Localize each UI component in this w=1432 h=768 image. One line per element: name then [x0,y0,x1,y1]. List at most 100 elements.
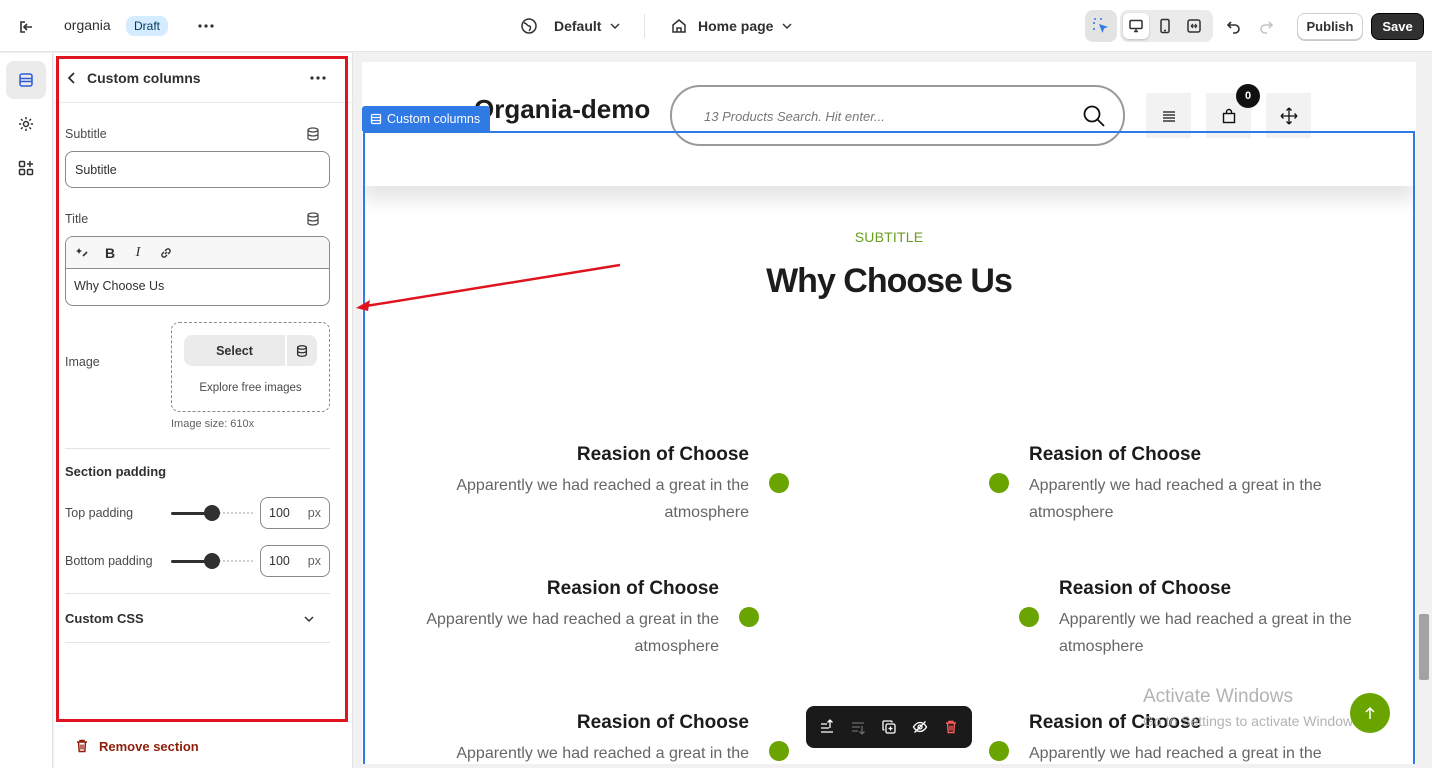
explore-free-images-link[interactable]: Explore free images [172,382,329,394]
exit-icon[interactable] [16,16,38,38]
top-padding-input[interactable]: 100 px [260,497,330,529]
feature-text: Apparently we had reached a great in the… [1029,477,1322,521]
store-name: organia [64,17,111,33]
feature-item: Reasion of Choose Apparently we had reac… [389,444,749,526]
scrollbar-thumb[interactable] [1419,614,1429,680]
search-placeholder: 13 Products Search. Hit enter... [704,109,885,124]
link-icon[interactable] [158,245,174,261]
unit-label: px [307,554,321,568]
apps-icon[interactable] [6,149,46,187]
delete-trash-icon[interactable] [940,716,962,738]
feature-dot [1019,607,1039,627]
slider-thumb[interactable] [204,553,220,569]
feature-dot [739,607,759,627]
divider [644,14,645,38]
save-button[interactable]: Save [1371,13,1424,40]
page-selector-label: Home page [698,18,774,34]
site-search-bar[interactable]: 13 Products Search. Hit enter... [670,85,1125,146]
redo-icon[interactable] [1256,16,1276,36]
selected-section-tag[interactable]: Custom columns [362,106,491,131]
feature-item: Reasion of Choose Apparently we had reac… [362,578,719,660]
slider-thumb[interactable] [204,505,220,521]
top-padding-slider[interactable] [171,504,253,522]
site-logo[interactable]: Organia-demo [474,94,650,125]
title-rich-text-editor: B I Why Choose Us [65,236,330,306]
feature-dot [769,473,789,493]
mobile-view-icon[interactable] [1152,13,1178,39]
full-width-icon[interactable] [1181,13,1207,39]
title-field[interactable]: Why Choose Us [66,269,329,303]
windows-activation-watermark: Activate Windows Go to Settings to activ… [1143,686,1364,729]
top-bar: organia Draft Default Home page Publish … [0,0,1432,52]
italic-icon[interactable]: I [130,245,146,261]
chevron-down-icon [610,23,620,29]
move-down-icon[interactable] [847,716,869,738]
bold-icon[interactable]: B [102,245,118,261]
search-icon[interactable] [1082,104,1106,128]
divider [65,642,330,643]
cursor-select-icon [1093,18,1108,33]
ai-sparkle-icon[interactable] [74,245,90,261]
feature-text: Apparently we had reached a great in the… [1059,611,1352,655]
back-chevron-icon[interactable] [64,70,80,86]
preview-canvas: Organia-demo 13 Products Search. Hit ent… [362,62,1416,764]
page-selector[interactable]: Home page [670,14,793,38]
theme-selector[interactable]: Default [520,14,621,38]
bottom-padding-value: 100 [269,554,290,568]
bottom-padding-input[interactable]: 100 px [260,545,330,577]
dynamic-source-icon[interactable] [305,126,321,142]
subtitle-field[interactable]: Subtitle [65,151,330,188]
panel-title: Custom columns [87,70,201,86]
top-padding-value: 100 [269,506,290,520]
rte-toolbar: B I [66,237,329,269]
section-floating-toolbar [806,706,972,748]
divider [65,593,330,594]
selected-section-tag-label: Custom columns [387,111,481,126]
dynamic-source-icon[interactable] [305,211,321,227]
status-badge: Draft [126,16,169,36]
panel-header: Custom columns [54,53,353,103]
back-to-top-arrow-icon[interactable] [1350,693,1390,733]
remove-section-button[interactable]: Remove section [74,738,199,754]
more-actions-icon[interactable] [196,16,216,36]
remove-section-label: Remove section [99,738,199,754]
image-size-hint: Image size: 610x [171,418,255,430]
hide-eye-icon[interactable] [909,716,931,738]
watermark-title: Activate Windows [1143,686,1293,707]
custom-css-toggle[interactable]: Custom CSS [65,611,144,626]
inspector-toggle[interactable] [1085,10,1117,42]
unit-label: px [307,506,321,520]
feature-item: Reasion of Choose Apparently we had reac… [1059,578,1416,660]
bottom-padding-slider[interactable] [171,552,253,570]
feature-dot [769,741,789,761]
globe-icon [521,18,537,34]
duplicate-icon[interactable] [878,716,900,738]
feature-title: Reasion of Choose [546,578,719,599]
more-options-icon[interactable] [308,69,328,87]
device-switcher [1120,10,1213,42]
subtitle-label: Subtitle [65,127,107,141]
preview-scrollbar[interactable] [1416,62,1432,764]
feature-text: Apparently we had reached a great in the [456,745,749,762]
dynamic-source-icon[interactable] [287,335,317,366]
feature-dot [989,741,1009,761]
trash-icon [77,739,87,753]
undo-icon[interactable] [1224,16,1244,36]
chevron-down-icon[interactable] [302,612,316,626]
settings-gear-icon[interactable] [6,105,46,143]
feature-item: Reasion of Choose Apparently we had reac… [389,712,749,764]
sections-icon[interactable] [6,61,46,99]
publish-button[interactable]: Publish [1297,13,1363,40]
image-picker: Select Explore free images [171,322,330,412]
feature-item: Reasion of Choose Apparently we had reac… [1029,444,1389,526]
title-label: Title [65,212,89,226]
section-subtitle: SUBTITLE [854,229,924,245]
move-arrows-icon[interactable] [1266,93,1311,138]
image-select-button[interactable]: Select [184,335,285,366]
watermark-subtitle: Go to Settings to activate Windows. [1143,713,1364,729]
desktop-view-icon[interactable] [1123,13,1149,39]
move-up-icon[interactable] [816,716,838,738]
menu-icon[interactable] [1146,93,1191,138]
chevron-down-icon [782,23,792,29]
feature-title: Reasion of Choose [1029,444,1202,465]
